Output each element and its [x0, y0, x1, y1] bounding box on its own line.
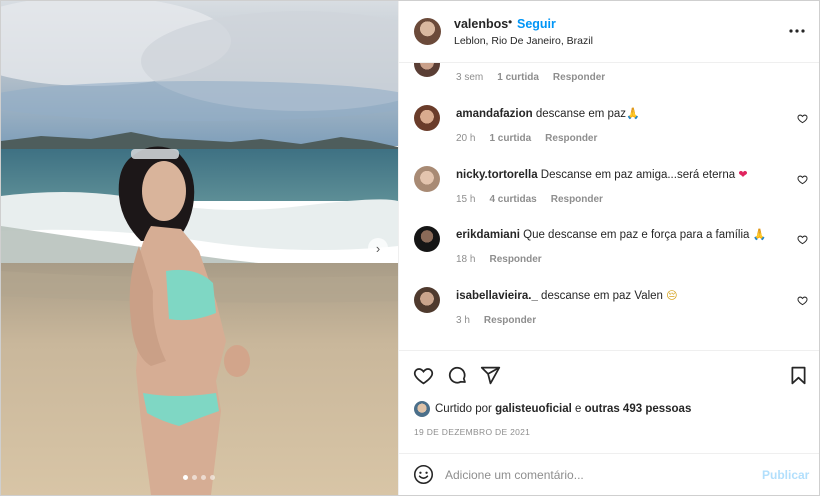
comment-likes[interactable]: 1 curtida — [497, 72, 539, 83]
comment-time: 3 h — [456, 315, 470, 326]
reply-button[interactable]: Responder — [551, 194, 603, 205]
author-avatar[interactable] — [414, 18, 441, 45]
carousel-dot — [201, 475, 206, 480]
comment-likes[interactable]: 1 curtida — [489, 133, 531, 144]
header-separator: • — [508, 15, 513, 29]
carousel-dot — [183, 475, 188, 480]
like-comment-heart-icon[interactable] — [797, 174, 808, 185]
author-username[interactable]: valenbos — [454, 17, 508, 31]
post-side-panel: valenbos • Seguir Leblon, Rio De Janeiro… — [398, 1, 819, 495]
publish-button[interactable]: Publicar — [762, 468, 809, 482]
commenter-avatar[interactable] — [414, 226, 440, 252]
comment-text: amandafazion descanse em paz🙏 — [456, 107, 640, 120]
comment-emoji: 😔 — [666, 289, 678, 302]
comment-body: Que descanse em paz e força para a famíl… — [523, 229, 750, 241]
next-arrow-icon[interactable]: › — [368, 238, 388, 258]
comments-list[interactable]: 3 sem 1 curtida Responder amandafazion des… — [399, 63, 819, 349]
commenter-avatar[interactable] — [414, 287, 440, 313]
comment-text: erikdamiani Que descanse em paz e força … — [456, 228, 766, 241]
post-header: valenbos • Seguir Leblon, Rio De Janeiro… — [399, 1, 819, 63]
comment-meta: 15 h 4 curtidas Responder — [456, 194, 617, 205]
comment-time: 18 h — [456, 254, 476, 265]
add-comment-bar: Publicar — [399, 453, 819, 495]
like-comment-heart-icon[interactable] — [797, 113, 808, 124]
save-icon[interactable] — [788, 365, 809, 386]
liker-avatar[interactable] — [414, 401, 430, 417]
comment-emoji: ❤ — [738, 168, 748, 181]
like-comment-heart-icon[interactable] — [797, 295, 808, 306]
carousel-dot — [210, 475, 215, 480]
comment-body: descanse em paz Valen — [541, 290, 663, 302]
commenter-username[interactable]: amandafazion — [456, 108, 533, 120]
post-date[interactable]: 19 DE DEZEMBRO DE 2021 — [414, 427, 530, 437]
comment-meta: 18 h Responder — [456, 254, 556, 265]
post-dialog: › valenbos • Seguir Leblon, Rio De Janei… — [0, 0, 820, 496]
emoji-icon[interactable] — [413, 464, 434, 485]
reply-button[interactable]: Responder — [553, 72, 605, 83]
reply-button[interactable]: Responder — [484, 315, 536, 326]
comment-body: descanse em paz — [535, 108, 627, 120]
comment-emoji: 🙏 — [752, 228, 767, 241]
comment-time: 3 sem — [456, 72, 484, 83]
comment-meta: 3 h Responder — [456, 315, 550, 326]
comment-icon[interactable] — [447, 365, 468, 386]
beach-photo-image — [1, 1, 398, 495]
likes-others-link[interactable]: outras 493 pessoas — [585, 403, 692, 415]
reply-button[interactable]: Responder — [489, 254, 541, 265]
follow-button[interactable]: Seguir — [517, 17, 556, 31]
comment-emoji: 🙏 — [626, 107, 640, 120]
comment-meta: 3 sem 1 curtida Responder — [456, 72, 619, 83]
like-comment-heart-icon[interactable] — [797, 234, 808, 245]
comment-time: 15 h — [456, 194, 476, 205]
carousel-indicator — [183, 475, 215, 480]
commenter-username[interactable]: nicky.tortorella — [456, 169, 538, 181]
commenter-username[interactable]: erikdamiani — [456, 229, 520, 241]
commenter-username[interactable]: isabellavieira._ — [456, 290, 538, 302]
likes-prefix: Curtido por — [435, 403, 492, 415]
comment-input[interactable] — [445, 464, 745, 486]
liker-username[interactable]: galisteuoficial — [495, 403, 572, 415]
commenter-avatar[interactable] — [414, 105, 440, 131]
heart-icon[interactable] — [413, 365, 434, 386]
comment-text: isabellavieira._ descanse em paz Valen 😔 — [456, 289, 678, 302]
comment-likes[interactable]: 4 curtidas — [489, 194, 536, 205]
comment-meta: 20 h 1 curtida Responder — [456, 133, 611, 144]
likes-summary: Curtido por galisteuoficial e outras 493… — [414, 400, 691, 418]
comment-body: Descanse em paz amiga...será eterna — [540, 169, 736, 181]
reply-button[interactable]: Responder — [545, 133, 597, 144]
commenter-avatar[interactable] — [414, 166, 440, 192]
carousel-dot — [192, 475, 197, 480]
likes-connector: e — [574, 403, 582, 415]
share-icon[interactable] — [480, 365, 501, 386]
post-location[interactable]: Leblon, Rio De Janeiro, Brazil — [454, 35, 593, 47]
post-actions: Curtido por galisteuoficial e outras 493… — [399, 350, 819, 495]
commenter-avatar[interactable] — [414, 63, 440, 77]
comment-text: nicky.tortorella Descanse em paz amiga..… — [456, 168, 748, 181]
post-photo[interactable]: › — [1, 1, 398, 495]
more-options-icon[interactable] — [788, 22, 806, 40]
comment-time: 20 h — [456, 133, 476, 144]
